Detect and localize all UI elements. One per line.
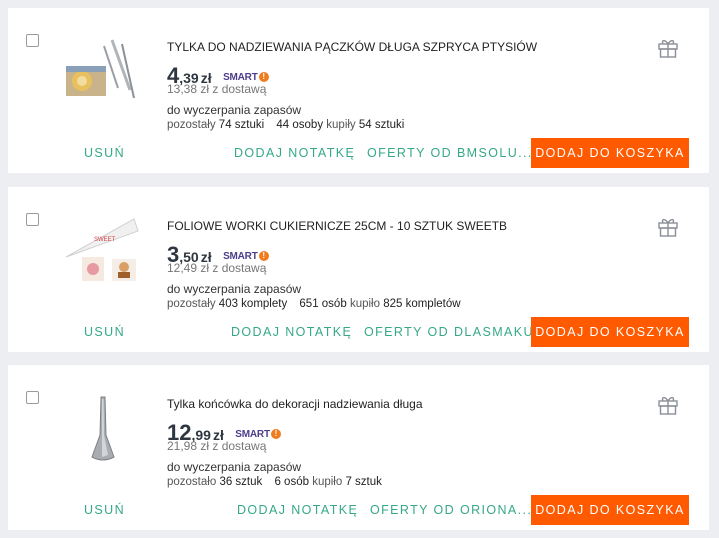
item-checkbox[interactable]: [26, 34, 39, 47]
add-note-button[interactable]: DODAJ NOTATKĘ: [234, 146, 355, 160]
smart-mark: !: [270, 429, 281, 439]
stock-info: pozostały 74 sztuki 44 osoby kupiły 54 s…: [167, 119, 404, 131]
availability-text: do wyczerpania zapasów: [167, 103, 302, 117]
gift-icon[interactable]: [657, 394, 679, 416]
remaining-prefix: pozostały: [167, 119, 216, 131]
delivery-price: 13,38 zł z dostawą: [167, 82, 267, 96]
buyers-count: 6 osób: [274, 476, 309, 488]
remove-button[interactable]: USUŃ: [84, 503, 125, 517]
remaining-qty: 36 sztuk: [219, 476, 263, 488]
product-image: [66, 39, 135, 99]
product-image: [91, 396, 115, 461]
delivery-price: 21,98 zł z dostawą: [167, 439, 267, 453]
product-title[interactable]: FOLIOWE WORKI CUKIERNICZE 25CM - 10 SZTU…: [167, 219, 507, 233]
item-checkbox[interactable]: [26, 391, 39, 404]
add-to-cart-button[interactable]: DODAJ DO KOSZYKA: [531, 138, 689, 168]
remaining-prefix: pozostało: [167, 476, 217, 488]
cart-item: TYLKA DO NADZIEWANIA PĄCZKÓW DŁUGA SZPRY…: [8, 8, 709, 173]
add-to-cart-button[interactable]: DODAJ DO KOSZYKA: [531, 495, 689, 525]
remaining-qty: 403 komplety: [218, 298, 288, 310]
delivery-price: 12,49 zł z dostawą: [167, 261, 267, 275]
add-note-button[interactable]: DODAJ NOTATKĘ: [237, 503, 358, 517]
bought-word: kupiło: [349, 298, 380, 310]
bought-word: kupiły: [326, 119, 356, 131]
gift-icon[interactable]: [657, 216, 679, 238]
smart-mark: !: [258, 251, 269, 261]
product-title[interactable]: Tylka końcówka do dekoracji nadziewania …: [167, 397, 423, 411]
buyers-count: 651 osób: [299, 298, 347, 310]
remove-button[interactable]: USUŃ: [84, 325, 125, 339]
seller-offers-link[interactable]: OFERTY OD BMSOLU...: [367, 146, 533, 160]
bought-qty: 825 kompletów: [383, 298, 461, 310]
bought-qty: 54 sztuki: [358, 119, 405, 131]
bought-qty: 7 sztuk: [345, 476, 382, 488]
availability-text: do wyczerpania zapasów: [167, 460, 302, 474]
buyers-count: 44 osoby: [276, 119, 324, 131]
product-image: SWEET: [65, 218, 139, 281]
bought-word: kupiło: [312, 476, 343, 488]
cart-item: SWEET FOLIOWE WORKI CUKIERNICZE 25CM - 1…: [8, 187, 709, 352]
stock-info: pozostały 403 komplety 651 osób kupiło 8…: [167, 298, 461, 310]
svg-text:SWEET: SWEET: [94, 237, 116, 243]
item-checkbox[interactable]: [26, 213, 39, 226]
product-title[interactable]: TYLKA DO NADZIEWANIA PĄCZKÓW DŁUGA SZPRY…: [167, 40, 537, 54]
stock-info: pozostało 36 sztuk 6 osób kupiło 7 sztuk: [167, 476, 382, 488]
seller-offers-link[interactable]: OFERTY OD DLASMAKU: [364, 325, 534, 339]
cart-item: Tylka końcówka do dekoracji nadziewania …: [8, 365, 709, 530]
add-note-button[interactable]: DODAJ NOTATKĘ: [231, 325, 352, 339]
availability-text: do wyczerpania zapasów: [167, 282, 302, 296]
seller-offers-link[interactable]: OFERTY OD ORIONA...: [370, 503, 532, 517]
gift-icon[interactable]: [657, 37, 679, 59]
add-to-cart-button[interactable]: DODAJ DO KOSZYKA: [531, 317, 689, 347]
smart-mark: !: [258, 72, 269, 82]
remaining-qty: 74 sztuki: [218, 119, 265, 131]
remaining-prefix: pozostały: [167, 298, 216, 310]
remove-button[interactable]: USUŃ: [84, 146, 125, 160]
